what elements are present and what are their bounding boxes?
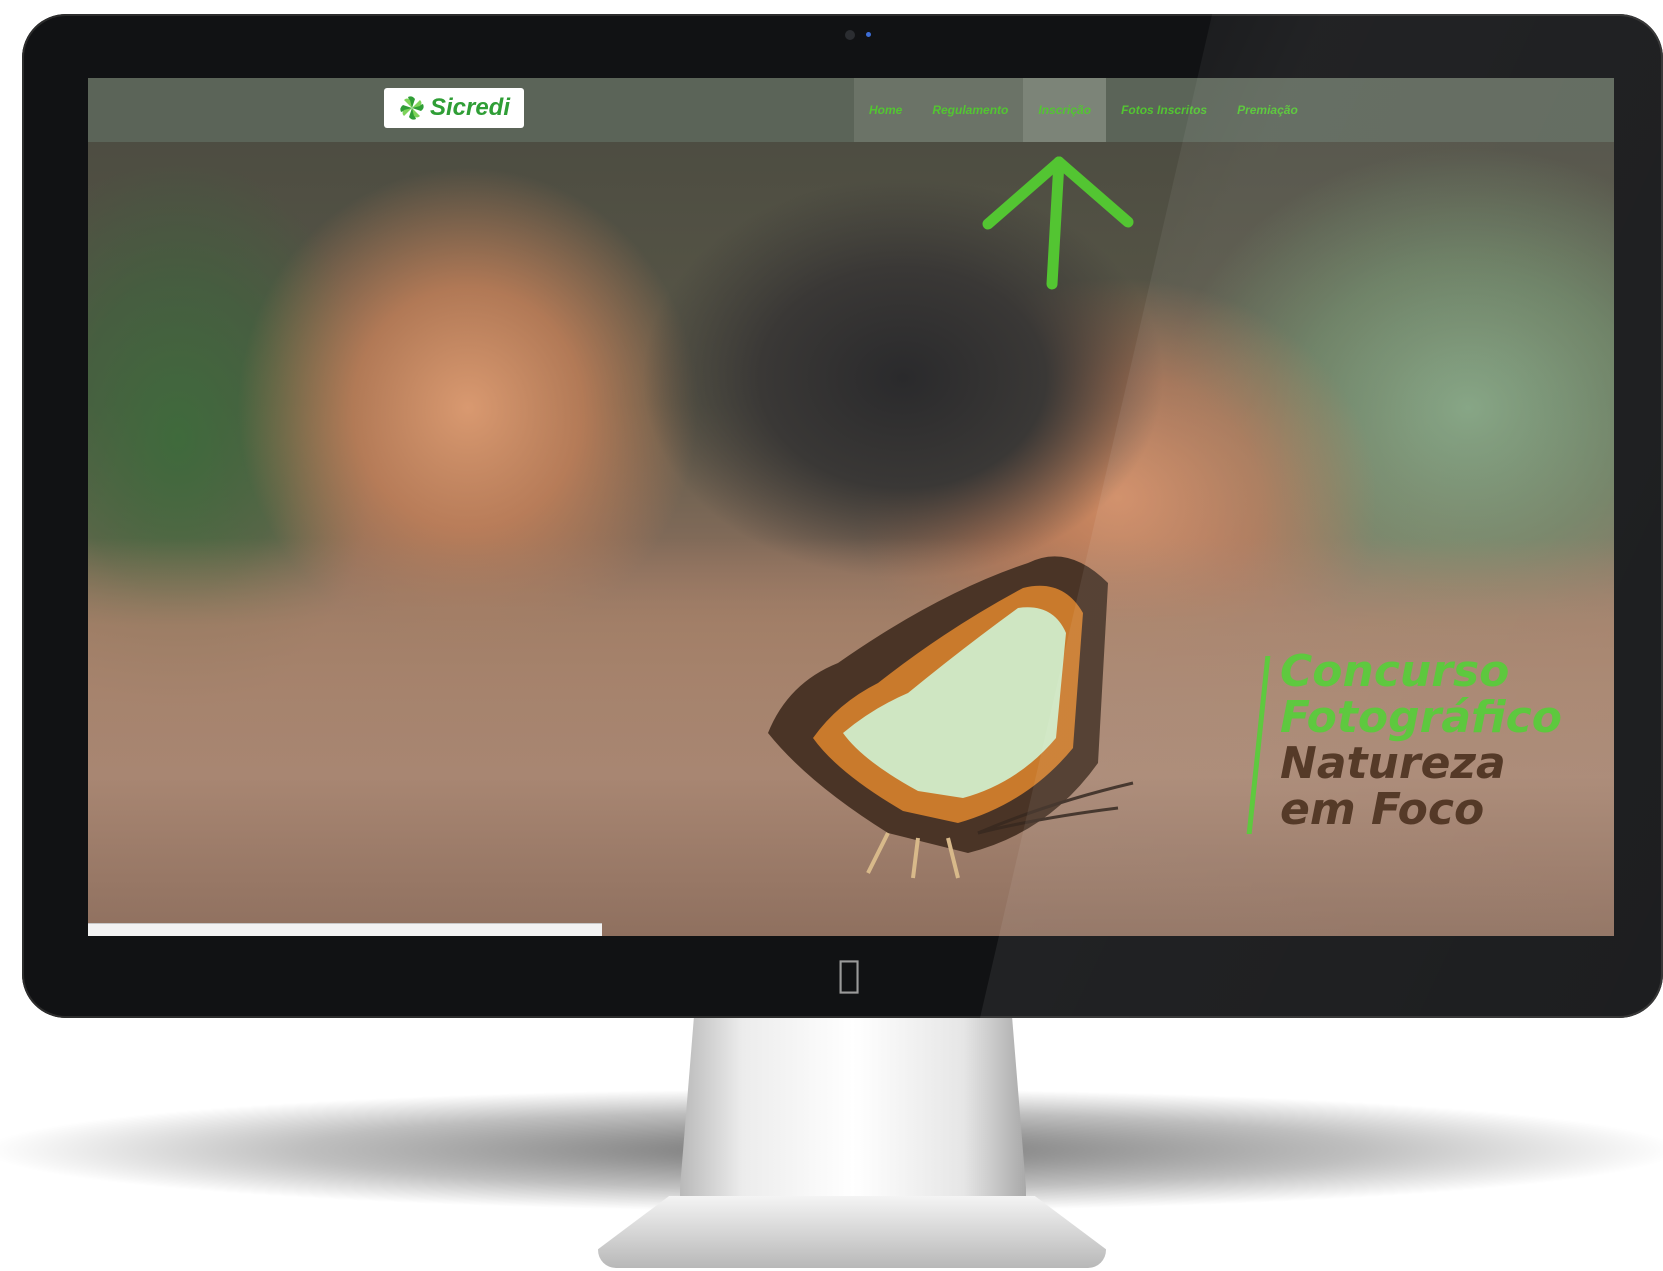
camera-icon [845,30,855,40]
navbar: Sicredi Home Regulamento Inscrição Fotos… [88,78,1614,142]
headline-line-3: Natureza [1280,738,1506,789]
camera-led-icon [866,32,871,37]
logo-text: Sicredi [429,94,511,121]
hero-headline: Concurso Fotográfico Natureza em Foco [1246,646,1576,848]
headline-line-4: em Foco [1280,784,1485,835]
sicredi-logo-icon [400,96,424,120]
apple-icon:  [832,954,866,994]
nav-item-inscricao[interactable]: Inscrição [1023,78,1107,142]
headline-line-1: Concurso [1280,646,1510,697]
monitor-stand [680,1018,1026,1218]
monitor-stand-base [598,1196,1106,1268]
nav-item-premiacao[interactable]: Premiação [1222,78,1313,142]
green-arrow-icon [982,156,1134,290]
butterfly-photo [768,556,1134,879]
nav-menu: Home Regulamento Inscrição Fotos Inscrit… [854,78,1313,142]
nav-item-home[interactable]: Home [854,78,918,142]
screen: Sicredi Home Regulamento Inscrição Fotos… [88,78,1614,936]
nav-item-fotos-inscritos[interactable]: Fotos Inscritos [1106,78,1222,142]
site-logo[interactable]: Sicredi [384,88,524,128]
nav-item-regulamento[interactable]: Regulamento [917,78,1024,142]
headline-line-2: Fotográfico [1280,692,1562,743]
browser-status-bar [88,923,602,936]
